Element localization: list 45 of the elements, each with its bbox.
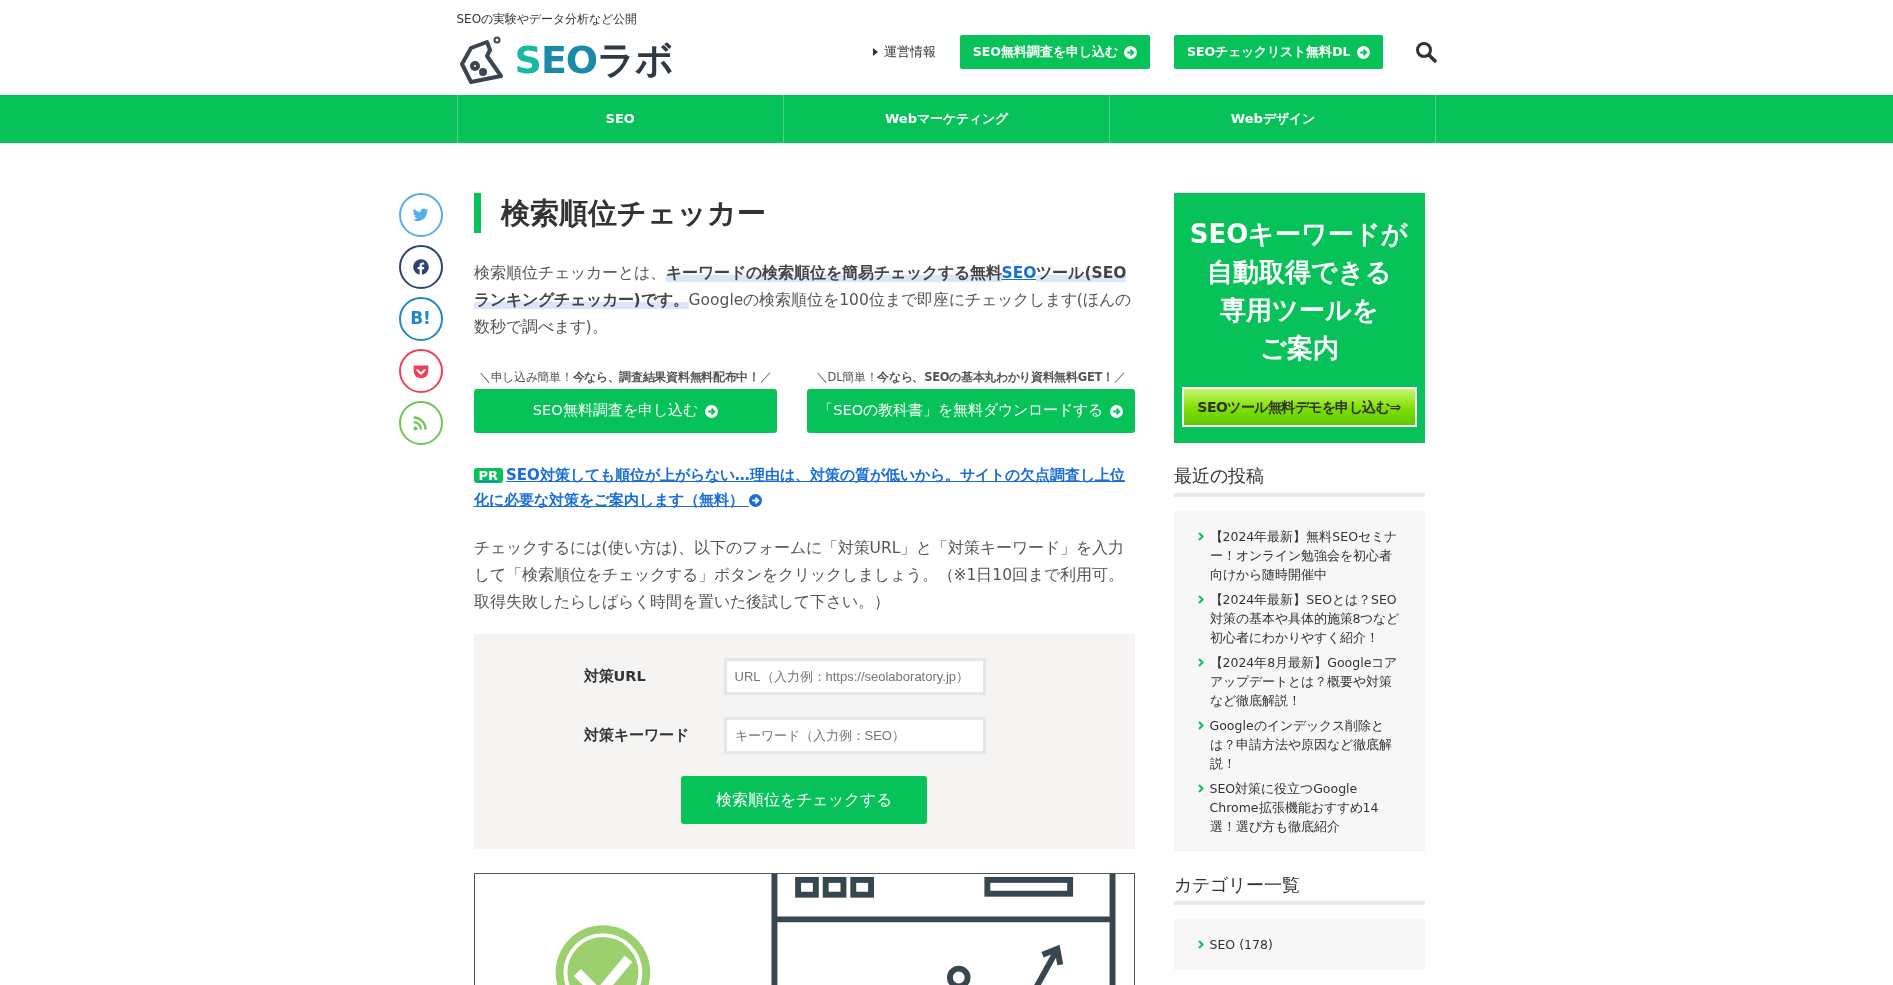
share-button[interactable]: B! xyxy=(398,297,443,341)
tagline: SEOの実験やデータ分析など公開 xyxy=(456,11,639,28)
promo-caption: ＼申し込み簡単！今なら、調査結果資料無料配布中！／ xyxy=(477,369,773,386)
post-link[interactable]: SEO (178) xyxy=(1197,935,1403,955)
promo-caption: ＼DL簡単！今なら、SEOの基本丸わかり資料無料GET！／ xyxy=(814,369,1127,386)
input-field[interactable]: URL（入力例：https://seolaboratory.jp） xyxy=(723,658,986,696)
arrow-circle-icon xyxy=(1124,45,1137,59)
intro-paragraph: 検索順位チェッカーとは、キーワードの検索順位を簡易チェックする無料SEOツール(SEOランキングチェッカー)です。Googleの検索順位を100位まで即座にチェックします(ほんの数秒で調べます)。 xyxy=(473,263,1132,338)
post-link[interactable]: 【2024年8月最新】Googleコアアップデートとは？概要や対策など徹底解説！ xyxy=(1197,652,1403,710)
post-link[interactable]: 【2024年最新】SEOとは？SEO対策の基本や具体的施策8つなど初心者にわかりやすく紹介！ xyxy=(1197,589,1403,647)
post-link[interactable]: 【2024年最新】無料SEOセミナー！オンライン勉強会を初心者向けから随時開催中 xyxy=(1197,526,1403,584)
chevron-icon xyxy=(1197,720,1204,730)
inline-link[interactable]: SEO xyxy=(1001,264,1037,282)
field-label: 対策URL xyxy=(583,666,647,686)
arrow-circle-icon xyxy=(748,494,762,508)
arrow-circle-icon xyxy=(1356,45,1370,59)
demo-button[interactable]: SEOツール無料デモを申し込む⇒ xyxy=(1181,387,1417,427)
page-title: 検索順位チェッカー xyxy=(473,193,1135,233)
usage-paragraph: チェックするには(使い方は)、以下のフォームに「対策URL」と「対策キーワード」を入力して「検索順位をチェックする」ボタンをクリックしましょう。（※1日10回まで利用可。取得失敗したらしばらく時間を置いた後試して下さい。） xyxy=(473,538,1126,614)
post-link[interactable]: Googleのインデックス削除とは？申請方法や原因など徹底解説！ xyxy=(1197,715,1403,773)
banner-headline: 自動取得できる xyxy=(1206,257,1392,287)
banner-headline: SEOキーワードが xyxy=(1189,219,1409,249)
input-field[interactable]: キーワード（入力例：SEO） xyxy=(723,717,986,755)
arrow-circle-icon xyxy=(1110,404,1124,418)
chevron-icon xyxy=(1197,657,1204,667)
field-label: 対策キーワード xyxy=(583,725,690,745)
chevron-icon xyxy=(1197,531,1204,541)
site-logo[interactable]: SEOラボ xyxy=(456,36,674,84)
logo-text: SEOラボ xyxy=(514,41,674,79)
pr-badge: PR xyxy=(473,468,504,484)
about-link[interactable]: 運営情報 xyxy=(872,42,936,62)
section-heading: カテゴリー一覧 xyxy=(1173,873,1425,906)
banner-headline: ご案内 xyxy=(1259,333,1339,363)
section-heading: 最近の投稿 xyxy=(1173,465,1425,497)
chevron-icon xyxy=(1197,940,1204,950)
triangle-icon xyxy=(872,48,878,56)
ad-banner[interactable]: SEOキーワードが 自動取得できる 専用ツールを ご案内 SEOツール無料デモを申し込む⇒ xyxy=(1173,193,1425,443)
promo-link[interactable]: PR SEO対策しても順位が上がらない…理由は、対策の質が低いから。サイトの欠点調査し上位化に必要な対策をご案内します（無料） xyxy=(473,463,1135,514)
search-icon[interactable] xyxy=(1414,41,1437,63)
banner-headline: 専用ツールを xyxy=(1219,295,1379,325)
post-link[interactable]: SEO対策に役立つGoogle Chrome拡張機能おすすめ14選！選び方も徹底紹介 xyxy=(1197,778,1403,836)
chevron-icon xyxy=(1197,783,1204,793)
chevron-icon xyxy=(1197,594,1204,604)
arrow-circle-icon xyxy=(704,404,718,418)
share-button[interactable] xyxy=(398,245,443,289)
